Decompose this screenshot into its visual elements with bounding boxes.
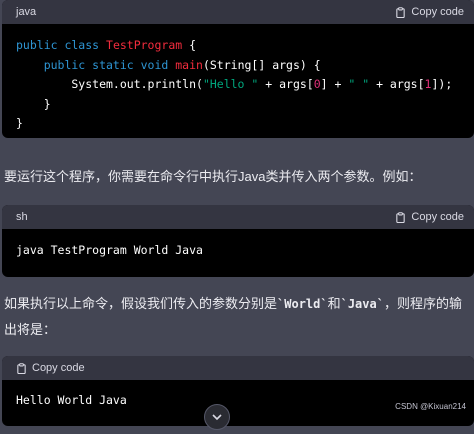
copy-code-label: Copy code xyxy=(411,6,464,18)
code-token: System.out.println( xyxy=(16,77,203,91)
inline-code: `World` xyxy=(277,297,328,311)
code-block-java: java Copy code public class TestProgram … xyxy=(2,0,474,138)
response-paragraph: 要运行这个程序，你需要在命令行中执行Java类并传入两个参数。例如： xyxy=(4,169,422,184)
paragraph-text: 和 xyxy=(327,296,341,311)
code-token: " " xyxy=(348,77,370,91)
code-language-label: sh xyxy=(16,211,28,223)
code-token: { xyxy=(182,38,197,52)
code-token: } xyxy=(16,96,51,111)
inline-code: `Java` xyxy=(340,297,384,311)
clipboard-icon xyxy=(396,6,406,18)
code-token: } xyxy=(16,116,23,130)
clipboard-icon xyxy=(17,362,26,374)
copy-code-label: Copy code xyxy=(411,211,464,223)
code-content: public class TestProgram { public static… xyxy=(2,24,474,138)
code-language-label: java xyxy=(16,6,37,18)
code-content: java TestProgram World Java xyxy=(16,243,203,257)
code-token: public static void xyxy=(16,57,176,72)
code-token: ]); xyxy=(431,77,453,91)
code-block-output: Copy code Hello World Java xyxy=(2,356,474,426)
copy-code-button[interactable]: Copy code xyxy=(395,205,464,229)
code-token: + args[ xyxy=(258,77,314,91)
code-token: ] + xyxy=(320,77,349,91)
code-token: + args[ xyxy=(369,77,425,91)
code-token: 0 xyxy=(313,77,321,91)
clipboard-icon xyxy=(396,211,406,223)
response-paragraph: 如果执行以上命令，假设我们传入的参数分别是`World`和`Java`，则程序的… xyxy=(4,291,468,343)
watermark: CSDN @Kixuan214 xyxy=(395,402,466,411)
copy-code-button[interactable]: Copy code xyxy=(16,356,85,380)
code-token: main xyxy=(175,57,203,72)
code-block-header: sh Copy code xyxy=(2,205,474,229)
scroll-to-bottom-button[interactable] xyxy=(204,404,230,430)
paragraph-text: 如果执行以上命令，假设我们传入的参数分别是 xyxy=(4,296,278,311)
code-block-header: Copy code xyxy=(2,356,474,380)
code-token: public class xyxy=(16,38,107,52)
code-block-sh: sh Copy code java TestProgram World Java xyxy=(2,205,474,277)
code-token: (String[] args) { xyxy=(202,57,321,72)
code-token: "Hello " xyxy=(202,77,259,91)
copy-code-button[interactable]: Copy code xyxy=(395,0,464,24)
chevron-down-icon xyxy=(212,414,222,421)
code-block-header: java Copy code xyxy=(2,0,474,24)
copy-code-label: Copy code xyxy=(32,362,85,374)
code-token: TestProgram xyxy=(106,38,183,52)
